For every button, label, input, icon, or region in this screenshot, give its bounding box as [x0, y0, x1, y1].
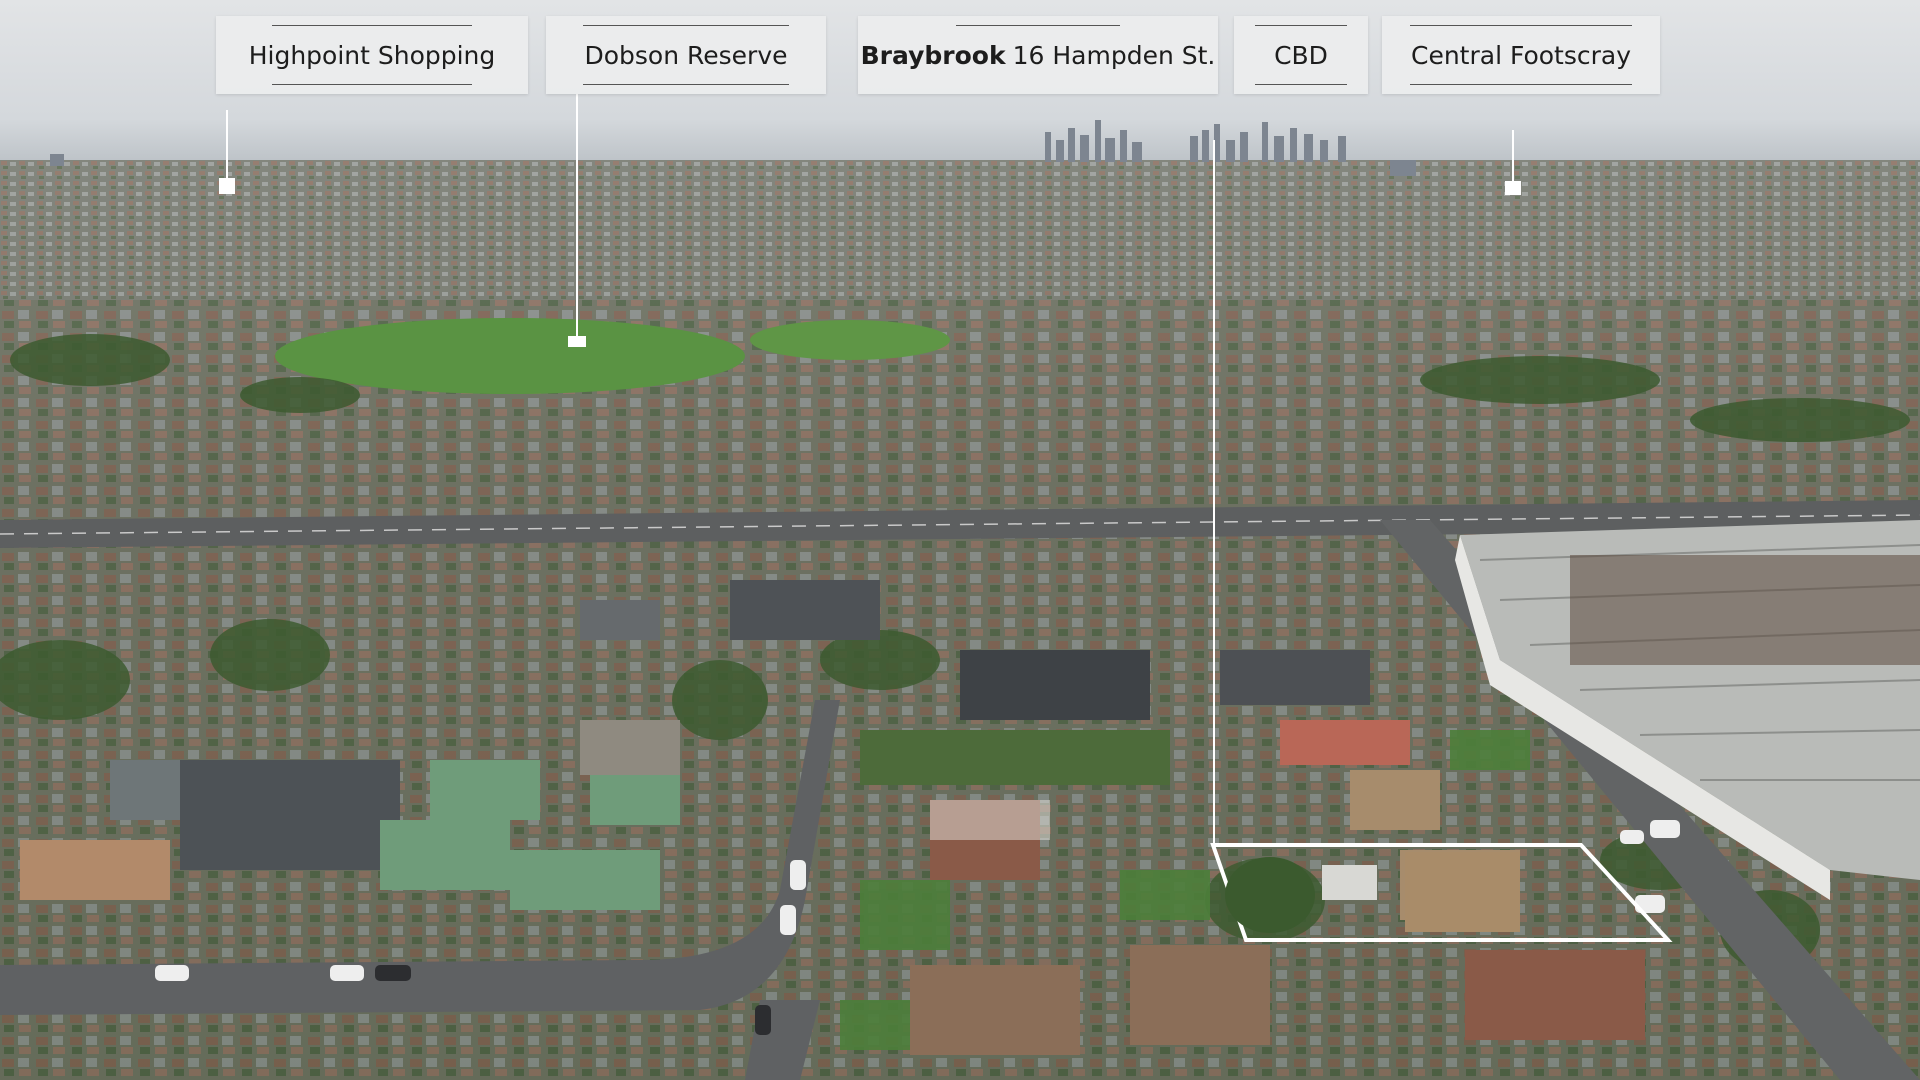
label-central-footscray: Central Footscray — [1382, 16, 1660, 94]
label-text: Central Footscray — [1410, 40, 1632, 70]
label-rule-top — [1410, 25, 1632, 26]
label-rule-top — [956, 25, 1120, 26]
site-trees — [1225, 857, 1315, 933]
label-rule-bottom — [1255, 84, 1347, 85]
label-cbd: CBD — [1234, 16, 1368, 94]
label-text: Highpoint Shopping — [248, 40, 496, 70]
label-highpoint-shopping: Highpoint Shopping — [216, 16, 528, 94]
label-rule-top — [272, 25, 472, 26]
label-rule-bottom — [1410, 84, 1632, 85]
label-rule-top — [583, 25, 789, 26]
label-rule-bottom — [583, 84, 789, 85]
label-braybrook-site: Braybrook 16 Hampden St. — [858, 16, 1218, 94]
label-dobson-reserve: Dobson Reserve — [546, 16, 826, 94]
label-text: Dobson Reserve — [584, 40, 788, 70]
site-house — [1405, 852, 1520, 932]
label-rule-top — [1255, 25, 1347, 26]
pointer-marker-footscray — [1505, 181, 1521, 195]
label-rule-bottom — [272, 84, 472, 85]
label-suburb: Braybrook — [860, 40, 1006, 70]
pointer-marker-highpoint — [219, 178, 235, 194]
site-outbuilding — [1322, 865, 1377, 900]
aerial-photo — [0, 0, 1920, 1080]
label-text: CBD — [1274, 40, 1328, 70]
pointer-marker-dobson — [568, 336, 586, 347]
label-address: 16 Hampden St. — [1012, 40, 1216, 70]
